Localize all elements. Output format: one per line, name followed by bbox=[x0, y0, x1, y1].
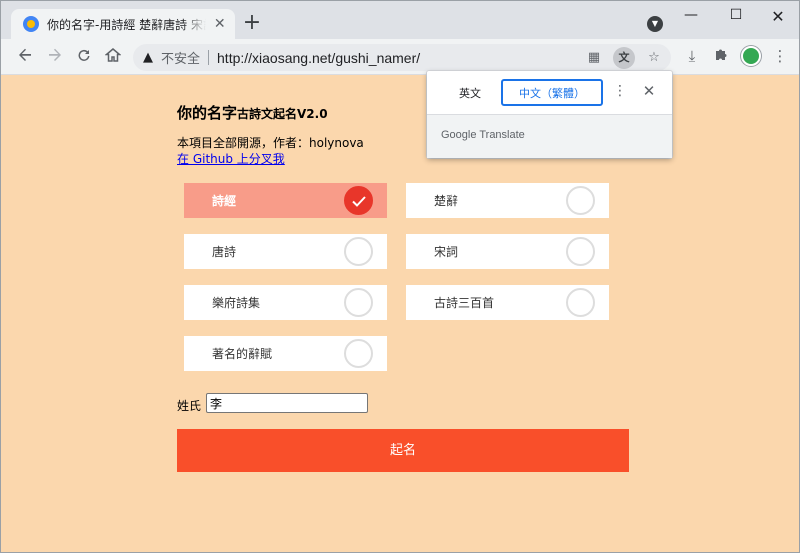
tab-source-language[interactable]: 英文 bbox=[439, 79, 501, 106]
option-label: 宋詞 bbox=[434, 245, 459, 259]
apps-grid-icon[interactable]: ▦ bbox=[583, 47, 605, 69]
omnibox-actions: ▦ 文 ☆ bbox=[583, 47, 665, 69]
option-cifu[interactable]: 著名的辭賦 bbox=[184, 336, 387, 371]
option-chuci[interactable]: 楚辭 bbox=[406, 183, 609, 218]
profile-avatar[interactable] bbox=[741, 46, 761, 66]
title-main: 你的名字 bbox=[177, 104, 238, 122]
url-text[interactable]: http://xiaosang.net/gushi_namer/ bbox=[217, 50, 420, 66]
home-icon[interactable] bbox=[103, 47, 123, 67]
translate-language-tabs: 英文 中文（繁體） bbox=[439, 79, 603, 106]
submit-button[interactable]: 起名 bbox=[177, 429, 629, 472]
tab-strip: 你的名字-用詩經 楚辭唐詩 宋詞起名 ✕ + ▼ — ☐ ✕ bbox=[1, 1, 799, 39]
arrow-left-icon[interactable] bbox=[15, 47, 35, 67]
omnibox-divider bbox=[208, 50, 210, 65]
browser-window: 你的名字-用詩經 楚辭唐詩 宋詞起名 ✕ + ▼ — ☐ ✕ ▲ 不安全 htt… bbox=[0, 0, 800, 553]
minimize-button[interactable]: — bbox=[676, 7, 706, 23]
kebab-menu-icon[interactable]: ⋮ bbox=[769, 47, 791, 65]
option-label: 樂府詩集 bbox=[212, 296, 261, 310]
warning-icon[interactable]: ▲ bbox=[143, 50, 153, 65]
browser-tab[interactable]: 你的名字-用詩經 楚辭唐詩 宋詞起名 ✕ bbox=[11, 9, 235, 39]
tab-title: 你的名字-用詩經 楚辭唐詩 宋詞起名 bbox=[47, 17, 206, 32]
option-label: 唐詩 bbox=[212, 245, 237, 259]
radio-circle-icon[interactable] bbox=[566, 186, 595, 215]
surname-input[interactable] bbox=[206, 393, 368, 413]
tab-target-language[interactable]: 中文（繁體） bbox=[501, 79, 603, 106]
maximize-button[interactable]: ☐ bbox=[721, 7, 751, 23]
page-title: 你的名字古詩文起名V2.0 bbox=[177, 102, 328, 123]
browser-toolbar: ▲ 不安全 http://xiaosang.net/gushi_namer/ ▦… bbox=[1, 39, 799, 75]
download-icon[interactable]: ⤓ bbox=[681, 47, 703, 65]
address-bar[interactable]: ▲ 不安全 http://xiaosang.net/gushi_namer/ ▦… bbox=[133, 44, 671, 71]
translate-icon[interactable]: 文 bbox=[613, 47, 635, 69]
option-shijing[interactable]: 詩經 bbox=[184, 183, 387, 218]
google-logo: Google bbox=[441, 129, 477, 141]
option-label: 楚辭 bbox=[434, 194, 459, 208]
reload-icon[interactable] bbox=[74, 47, 94, 67]
github-link[interactable]: 在 Github 上分叉我 bbox=[177, 150, 285, 167]
radio-circle-icon[interactable] bbox=[566, 237, 595, 266]
tab-search-icon[interactable]: ▼ bbox=[647, 16, 663, 32]
author-text: 本項目全部開源，作者：holynova bbox=[177, 136, 364, 150]
checkmark-icon[interactable] bbox=[344, 186, 373, 215]
translate-label: Translate bbox=[479, 129, 525, 141]
surname-label: 姓氏 bbox=[177, 399, 202, 413]
option-label: 詩經 bbox=[212, 194, 237, 208]
radio-circle-icon[interactable] bbox=[566, 288, 595, 317]
new-tab-button[interactable]: + bbox=[241, 12, 263, 35]
site-favicon-icon bbox=[23, 16, 39, 32]
translate-footer: Google Translate bbox=[427, 114, 672, 158]
tab-close-icon[interactable]: ✕ bbox=[212, 16, 227, 32]
radio-circle-icon[interactable] bbox=[344, 339, 373, 368]
star-icon[interactable]: ☆ bbox=[643, 47, 665, 69]
puzzle-icon[interactable] bbox=[710, 47, 732, 65]
radio-circle-icon[interactable] bbox=[344, 237, 373, 266]
title-small: 古詩文起名V2.0 bbox=[237, 107, 328, 121]
more-options-icon[interactable]: ⋮ bbox=[613, 83, 627, 99]
option-label: 著名的辭賦 bbox=[212, 347, 273, 361]
close-window-button[interactable]: ✕ bbox=[763, 7, 793, 26]
option-gushi300[interactable]: 古詩三百首 bbox=[406, 285, 609, 320]
arrow-right-icon[interactable] bbox=[45, 47, 65, 67]
security-label[interactable]: 不安全 bbox=[161, 48, 200, 67]
option-yuefu[interactable]: 樂府詩集 bbox=[184, 285, 387, 320]
option-songci[interactable]: 宋詞 bbox=[406, 234, 609, 269]
option-label: 古詩三百首 bbox=[434, 296, 495, 310]
radio-circle-icon[interactable] bbox=[344, 288, 373, 317]
translate-popup: 英文 中文（繁體） ⋮ ✕ Google Translate bbox=[427, 71, 672, 158]
option-tangshi[interactable]: 唐詩 bbox=[184, 234, 387, 269]
close-icon[interactable]: ✕ bbox=[641, 82, 657, 100]
page-content: 你的名字古詩文起名V2.0 本項目全部開源，作者：holynova 在 Gith… bbox=[1, 76, 799, 552]
